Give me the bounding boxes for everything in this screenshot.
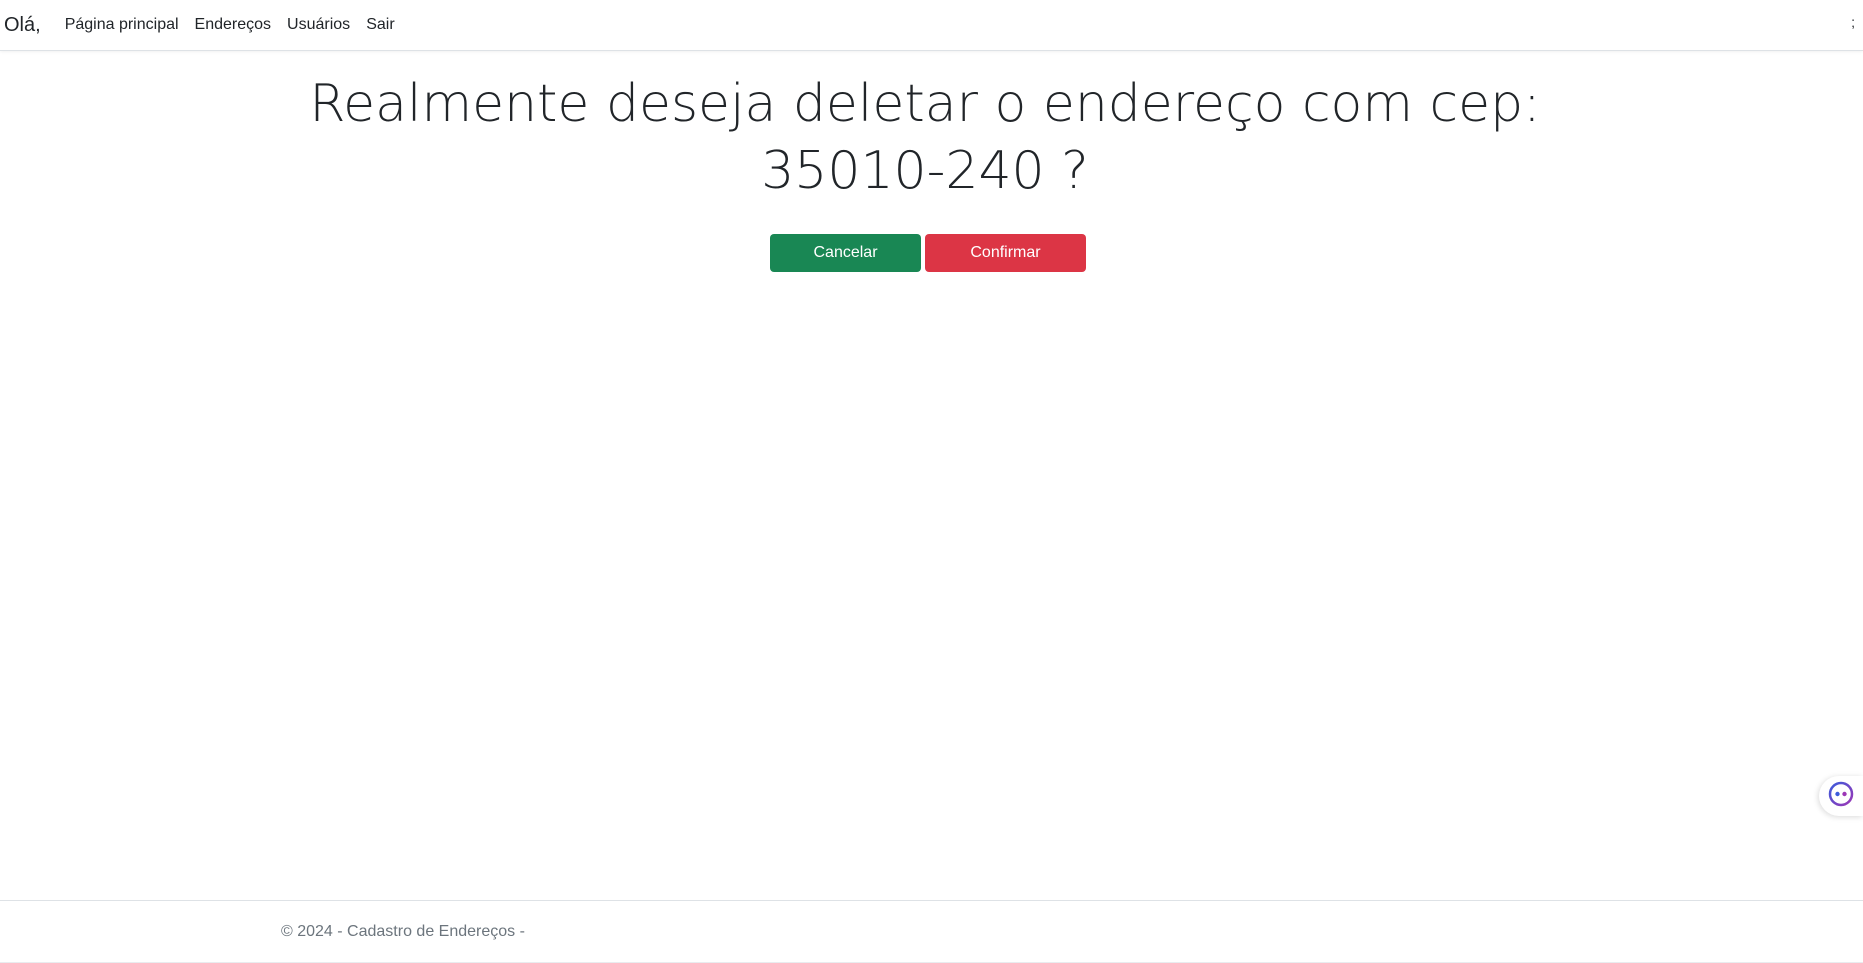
navbar-right-text: ; (1851, 14, 1855, 30)
assistant-widget[interactable] (1819, 776, 1863, 816)
delete-confirmation-title: Realmente deseja deletar o endereço com … (309, 74, 1541, 201)
nav-links: Página principal Endereços Usuários Sair (65, 16, 411, 34)
assistant-face-icon (1828, 781, 1854, 812)
action-buttons: Cancelar exclusão Confirmar exclusão (770, 234, 1086, 299)
page-footer: © 2024 - Cadastro de Endereços - (0, 900, 1863, 963)
nav-link-logout[interactable]: Sair (366, 16, 394, 34)
nav-link-home[interactable]: Página principal (65, 16, 179, 34)
top-navbar: Olá, Página principal Endereços Usuários… (0, 0, 1863, 51)
page: Olá, Página principal Endereços Usuários… (0, 0, 1863, 963)
nav-link-users[interactable]: Usuários (287, 16, 350, 34)
navbar-brand[interactable]: Olá, (4, 14, 41, 37)
footer-copyright: © 2024 - Cadastro de Endereços - (281, 923, 525, 940)
cancel-delete-button[interactable]: Cancelar exclusão (770, 234, 921, 299)
confirm-delete-button[interactable]: Confirmar exclusão (925, 234, 1086, 299)
nav-link-addresses[interactable]: Endereços (195, 16, 272, 34)
